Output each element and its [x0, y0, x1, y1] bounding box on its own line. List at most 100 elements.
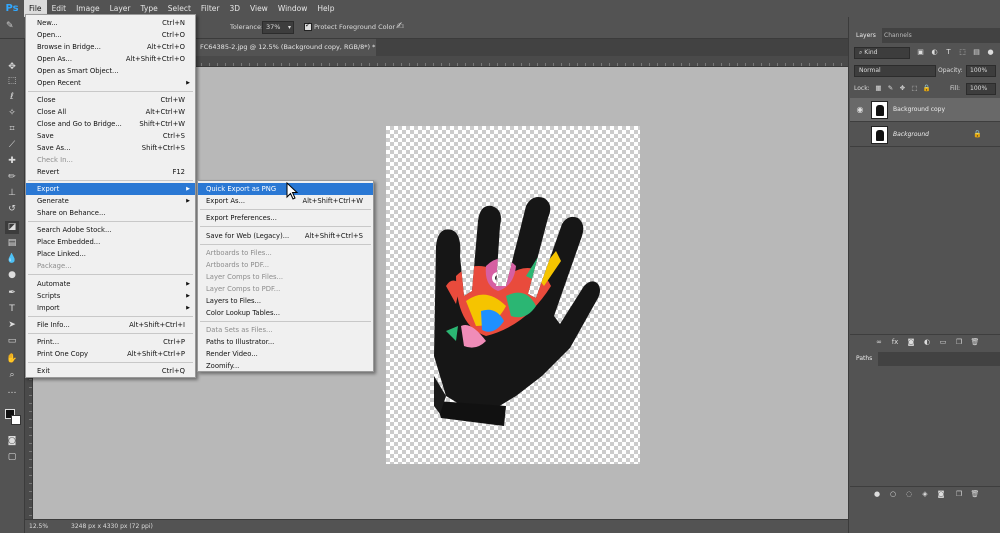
menu-item-close[interactable]: Close Ctrl+W	[26, 94, 195, 106]
zoom-level[interactable]: 12.5%	[29, 522, 53, 532]
tool-preset-icon[interactable]: ✎	[6, 21, 24, 35]
blend-mode-select[interactable]: Normal	[854, 65, 936, 77]
menu-item-close-all[interactable]: Close All Alt+Ctrl+W	[26, 106, 195, 118]
lock-transparent-icon[interactable]: ▦	[874, 84, 883, 93]
add-mask-icon[interactable]: ◙	[936, 489, 946, 499]
tab-paths[interactable]: Paths	[850, 352, 879, 366]
menu-item-save-as[interactable]: Save As... Shift+Ctrl+S	[26, 142, 195, 154]
tolerance-input[interactable]: 37% ▾	[262, 21, 294, 34]
layer-name[interactable]: Background copy	[893, 106, 945, 113]
shape-tool-icon[interactable]: ▭	[5, 335, 19, 348]
make-work-path-icon[interactable]: ◈	[920, 489, 930, 499]
menu-item-save[interactable]: Save Ctrl+S	[26, 130, 195, 142]
menu-item-layers-to-files[interactable]: Layers to Files...	[198, 295, 373, 307]
new-path-icon[interactable]: ❐	[954, 489, 964, 499]
quick-mask-icon[interactable]: ◙	[5, 435, 19, 448]
menu-3d[interactable]: 3D	[224, 0, 245, 17]
menu-item-open-as[interactable]: Open As... Alt+Shift+Ctrl+O	[26, 53, 195, 65]
document-canvas[interactable]	[386, 126, 640, 464]
screen-mode-icon[interactable]: ▢	[5, 451, 19, 464]
clone-stamp-tool-icon[interactable]: ⊥	[5, 187, 19, 200]
crop-tool-icon[interactable]: ⌗	[5, 123, 19, 136]
filter-smart-object-icon[interactable]: ▤	[972, 48, 981, 57]
document-info[interactable]: 3248 px x 4330 px (72 ppi)	[71, 522, 153, 532]
load-selection-icon[interactable]: ◌	[904, 489, 914, 499]
opacity-input[interactable]: 100%	[966, 65, 996, 77]
pen-tool-icon[interactable]: ✒	[5, 287, 19, 300]
menu-item-exit[interactable]: Exit Ctrl+Q	[26, 365, 195, 377]
menu-item-render-video[interactable]: Render Video...	[198, 348, 373, 360]
menu-item-zoomify[interactable]: Zoomify...	[198, 360, 373, 372]
menu-item-print[interactable]: Print... Ctrl+P	[26, 336, 195, 348]
menu-item-browse-bridge[interactable]: Browse in Bridge... Alt+Ctrl+O	[26, 41, 195, 53]
blur-tool-icon[interactable]: 💧	[5, 253, 19, 266]
visibility-off-icon[interactable]	[855, 130, 865, 140]
eraser-tool-icon[interactable]: ◪	[5, 221, 19, 234]
layer-row[interactable]: ◉ Background copy	[850, 98, 1000, 122]
lock-artboard-icon[interactable]: ⬚	[910, 84, 919, 93]
add-mask-icon[interactable]: ◙	[906, 337, 916, 347]
filter-toggle-icon[interactable]: ●	[986, 48, 995, 57]
filter-type-icon[interactable]: T	[944, 48, 953, 57]
brush-tool-icon[interactable]: ✏	[5, 171, 19, 184]
layer-style-icon[interactable]: fx	[890, 337, 900, 347]
menu-item-paths-illustrator[interactable]: Paths to Illustrator...	[198, 336, 373, 348]
marquee-tool-icon[interactable]: ⬚	[5, 75, 19, 88]
pressure-icon[interactable]: ✍	[396, 21, 404, 32]
menu-item-place-embedded[interactable]: Place Embedded...	[26, 236, 195, 248]
link-layers-icon[interactable]: ∞	[874, 337, 884, 347]
history-brush-tool-icon[interactable]: ↺	[5, 203, 19, 216]
menu-item-open-smart-object[interactable]: Open as Smart Object...	[26, 65, 195, 77]
document-tab[interactable]: FC64385-2.jpg @ 12.5% (Background copy, …	[196, 39, 376, 56]
delete-path-icon[interactable]: 🗑	[970, 489, 980, 499]
lock-pixels-icon[interactable]: ✎	[886, 84, 895, 93]
stroke-path-icon[interactable]: ○	[888, 489, 898, 499]
lock-position-icon[interactable]: ✥	[898, 84, 907, 93]
quick-select-tool-icon[interactable]: ✧	[5, 107, 19, 120]
menu-filter[interactable]: Filter	[196, 0, 225, 17]
zoom-tool-icon[interactable]: ⌕	[5, 369, 19, 382]
type-tool-icon[interactable]: T	[5, 303, 19, 316]
eyedropper-tool-icon[interactable]: ⟋	[5, 139, 19, 152]
menu-item-export[interactable]: Export ▶	[26, 183, 195, 195]
kind-filter-select[interactable]: ⌕ Kind	[854, 47, 910, 59]
menu-item-open-recent[interactable]: Open Recent ▶	[26, 77, 195, 89]
menu-item-place-linked[interactable]: Place Linked...	[26, 248, 195, 260]
gradient-tool-icon[interactable]: ▤	[5, 237, 19, 250]
fill-input[interactable]: 100%	[966, 83, 996, 95]
menu-item-generate[interactable]: Generate ▶	[26, 195, 195, 207]
dodge-tool-icon[interactable]: ●	[5, 269, 19, 282]
filter-shape-icon[interactable]: ⬚	[958, 48, 967, 57]
background-color-swatch[interactable]	[11, 415, 21, 425]
layer-row[interactable]: Background 🔒	[850, 123, 1000, 147]
adjustment-layer-icon[interactable]: ◐	[922, 337, 932, 347]
menu-item-close-go-bridge[interactable]: Close and Go to Bridge... Shift+Ctrl+W	[26, 118, 195, 130]
menu-item-new[interactable]: New... Ctrl+N	[26, 17, 195, 29]
new-group-icon[interactable]: ▭	[938, 337, 948, 347]
delete-layer-icon[interactable]: 🗑	[970, 337, 980, 347]
menu-item-search-stock[interactable]: Search Adobe Stock...	[26, 224, 195, 236]
menu-item-share-behance[interactable]: Share on Behance...	[26, 207, 195, 219]
menu-view[interactable]: View	[245, 0, 273, 17]
menu-item-color-lookup[interactable]: Color Lookup Tables...	[198, 307, 373, 319]
menu-item-revert[interactable]: Revert F12	[26, 166, 195, 178]
more-tools-icon[interactable]: …	[5, 385, 19, 398]
menu-item-save-for-web[interactable]: Save for Web (Legacy)... Alt+Shift+Ctrl+S	[198, 230, 373, 242]
menu-window[interactable]: Window	[273, 0, 313, 17]
lasso-tool-icon[interactable]: ℓ	[5, 91, 19, 104]
menu-item-print-one-copy[interactable]: Print One Copy Alt+Shift+Ctrl+P	[26, 348, 195, 360]
filter-pixel-icon[interactable]: ▣	[916, 48, 925, 57]
lock-all-icon[interactable]: 🔒	[922, 84, 931, 93]
protect-foreground-checkbox[interactable]	[304, 21, 312, 31]
tab-channels[interactable]: Channels	[878, 28, 918, 43]
move-tool-icon[interactable]: ✥	[5, 61, 19, 74]
menu-item-export-preferences[interactable]: Export Preferences...	[198, 212, 373, 224]
path-select-tool-icon[interactable]: ➤	[5, 319, 19, 332]
fill-path-icon[interactable]: ●	[872, 489, 882, 499]
menu-item-file-info[interactable]: File Info... Alt+Shift+Ctrl+I	[26, 319, 195, 331]
visibility-eye-icon[interactable]: ◉	[855, 105, 865, 115]
menu-item-scripts[interactable]: Scripts ▶	[26, 290, 195, 302]
layer-name[interactable]: Background	[893, 131, 929, 138]
hand-tool-icon[interactable]: ✋	[5, 353, 19, 366]
menu-item-import[interactable]: Import ▶	[26, 302, 195, 314]
